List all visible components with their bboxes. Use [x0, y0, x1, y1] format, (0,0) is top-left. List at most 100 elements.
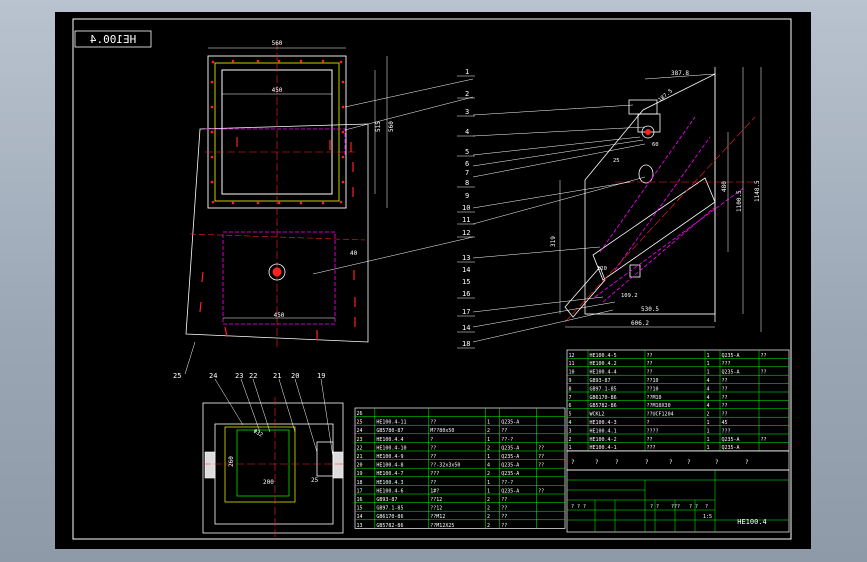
bom-lower-cell-mat: Q235-A: [501, 420, 519, 426]
bom-upper-cell-code: HE100.4-5: [590, 353, 617, 359]
bom-upper-cell-note: ??: [761, 437, 767, 443]
bom-upper-cell-no: 11: [569, 361, 575, 367]
callout-14b: 14: [462, 324, 470, 332]
callout-23: 23: [235, 372, 243, 380]
bom-lower-cell-code: GB93-87: [376, 497, 397, 503]
bom-lower-cell-code: GB97.1-85: [376, 506, 403, 512]
front-dim-top: 560: [272, 40, 283, 47]
bom-upper-cell-qty: 4: [707, 378, 710, 384]
bom-upper-cell-no: 6: [569, 403, 572, 409]
callouts-bottom: 25 24 23 22 21 20 19: [173, 372, 325, 380]
bom-lower-cell-code: HE100.4-7: [376, 471, 403, 477]
drawing-viewport[interactable]: HE100.4 560 450 450 515 560 40 387.8 187…: [55, 12, 811, 549]
side-dim-angle: 120: [597, 266, 607, 272]
bom-upper-cell-name: ??: [647, 370, 653, 376]
side-dim-small: 109.2: [621, 293, 638, 299]
callout-20: 20: [291, 372, 299, 380]
bom-lower-cell-name: ??: [430, 420, 436, 426]
bom-lower-cell-no: 21: [357, 454, 363, 460]
bom-upper-cell-name: ???: [647, 445, 656, 451]
callout-15: 15: [462, 278, 470, 286]
bom-lower-cell-code: HE100.4-9: [376, 454, 403, 460]
bom-header-cell: ?: [615, 459, 619, 466]
bom-lower-cell-name: ??: [430, 480, 436, 486]
bottom-dim-25: 25: [311, 477, 319, 484]
bom-lower-cell-name: ??-32x3x50: [430, 463, 460, 469]
bom-upper-cell-qty: 1: [707, 353, 710, 359]
bom-upper-cell-mat: Q235-A: [722, 445, 740, 451]
bottom-view: Φ32 260 200 25: [202, 397, 345, 537]
bom-lower-cell-qty: 1: [487, 480, 490, 486]
callout-5: 5: [465, 148, 469, 156]
bom-lower-cell-code: GB5780-87: [376, 428, 403, 434]
callout-16: 16: [462, 290, 470, 298]
bom-lower-cell-note: ??: [538, 463, 544, 469]
callout-17: 17: [462, 308, 470, 316]
bom-lower-cell-name: 1#?: [430, 488, 439, 494]
callout-7: 7: [465, 169, 469, 177]
bom-lower-cell-mat: ??: [501, 428, 507, 434]
bom-lower-cell-qty: 2: [487, 428, 490, 434]
bom-lower-cell-no: 24: [357, 428, 363, 434]
callout-6: 6: [465, 160, 469, 168]
bom-upper-cell-no: 1: [569, 445, 572, 451]
bom-upper-cell-code: HE100.4.2: [590, 361, 617, 367]
bom-lower-cell-mat: ??-?: [501, 437, 513, 443]
front-leaders: [184, 78, 474, 375]
bom-lower-cell-name: ?: [430, 437, 433, 443]
bom-lower-cell-no: 13: [357, 523, 363, 529]
callout-14a: 14: [462, 266, 470, 274]
bom-lower-cell-qty: 2: [487, 523, 490, 529]
bom-upper-cell-qty: 1: [707, 445, 710, 451]
callout-3: 3: [465, 108, 469, 116]
callout-24: 24: [209, 372, 217, 380]
bom-upper-cell-qty: 1: [707, 437, 710, 443]
front-dim-bottom: 450: [274, 312, 285, 319]
bom-lower-cell-code: GB5782-86: [376, 523, 403, 529]
bom-upper-cell-code: HE100.4-4: [590, 370, 617, 376]
bom-lower-cell-qty: 1: [487, 454, 490, 460]
front-dim-height-outer: 560: [388, 121, 395, 132]
bom-header-cell: ?: [645, 459, 649, 466]
bom-upper-cell-name: ??: [647, 353, 653, 359]
bom-lower-cell-no: 14: [357, 514, 363, 520]
bom-lower-cell-qty: 2: [487, 514, 490, 520]
bom-upper-cell-note: ??: [761, 370, 767, 376]
bom-upper-cell-name: ??M10: [647, 395, 662, 401]
bom-upper-cell-mat: ???: [722, 361, 731, 367]
bom-upper-cell-no: 2: [569, 437, 572, 443]
bom-lower-cell-qty: 1: [487, 420, 490, 426]
bom-lower-cell-qty: 4: [487, 463, 490, 469]
callout-9: 9: [465, 192, 469, 200]
bom-header-cell: ?: [669, 459, 673, 466]
title-block: HE100.4 ? ? ? ? ? ??? ? ? ? 1:5: [566, 469, 790, 533]
side-leaders: [472, 104, 646, 343]
bom-lower-cell-qty: 2: [487, 497, 490, 503]
callout-11: 11: [462, 216, 470, 224]
bom-lower-cell-qty: 2: [487, 445, 490, 451]
callouts-right: 1 2 3 4 5 6 7 8 9 10 11 12 13 14 15 16 1…: [462, 68, 470, 348]
title-scale-0: ? ? ?: [571, 504, 586, 510]
bom-lower-cell-mat: ??: [501, 497, 507, 503]
side-dim-h4: 480: [721, 181, 728, 192]
bom-lower-cell-mat: Q235-A: [501, 445, 519, 451]
bom-lower-cell-no: 26: [357, 411, 363, 417]
bom-lower-cell-qty: 2: [487, 471, 490, 477]
title-code: HE100.4: [737, 518, 767, 526]
bom-upper-cell-name: ??M10X30: [647, 403, 671, 409]
bom-lower-cell-note: ??: [538, 445, 544, 451]
bom-lower-cell-mat: ??-?: [501, 480, 513, 486]
bom-upper-cell-mat: ??: [722, 403, 728, 409]
bom-upper-cell-no: 8: [569, 386, 572, 392]
bom-upper-cell-code: GB5782-86: [590, 403, 617, 409]
bom-upper-cell-mat: ??: [722, 395, 728, 401]
title-ratio: 1:5: [703, 514, 712, 520]
side-view: 387.8 187.5 25 60 530.5 606.2 109.2 319 …: [550, 67, 762, 332]
bom-upper-cell-no: 7: [569, 395, 572, 401]
bom-upper-cell-code: HE100.4-3: [590, 420, 617, 426]
bom-upper-cell-code: GB6170-86: [590, 395, 617, 401]
callout-2: 2: [465, 90, 469, 98]
bom-lower-cell-mat: ??: [501, 514, 507, 520]
bom-lower-cell-no: 16: [357, 497, 363, 503]
bom-lower-cell-note: ??: [538, 454, 544, 460]
